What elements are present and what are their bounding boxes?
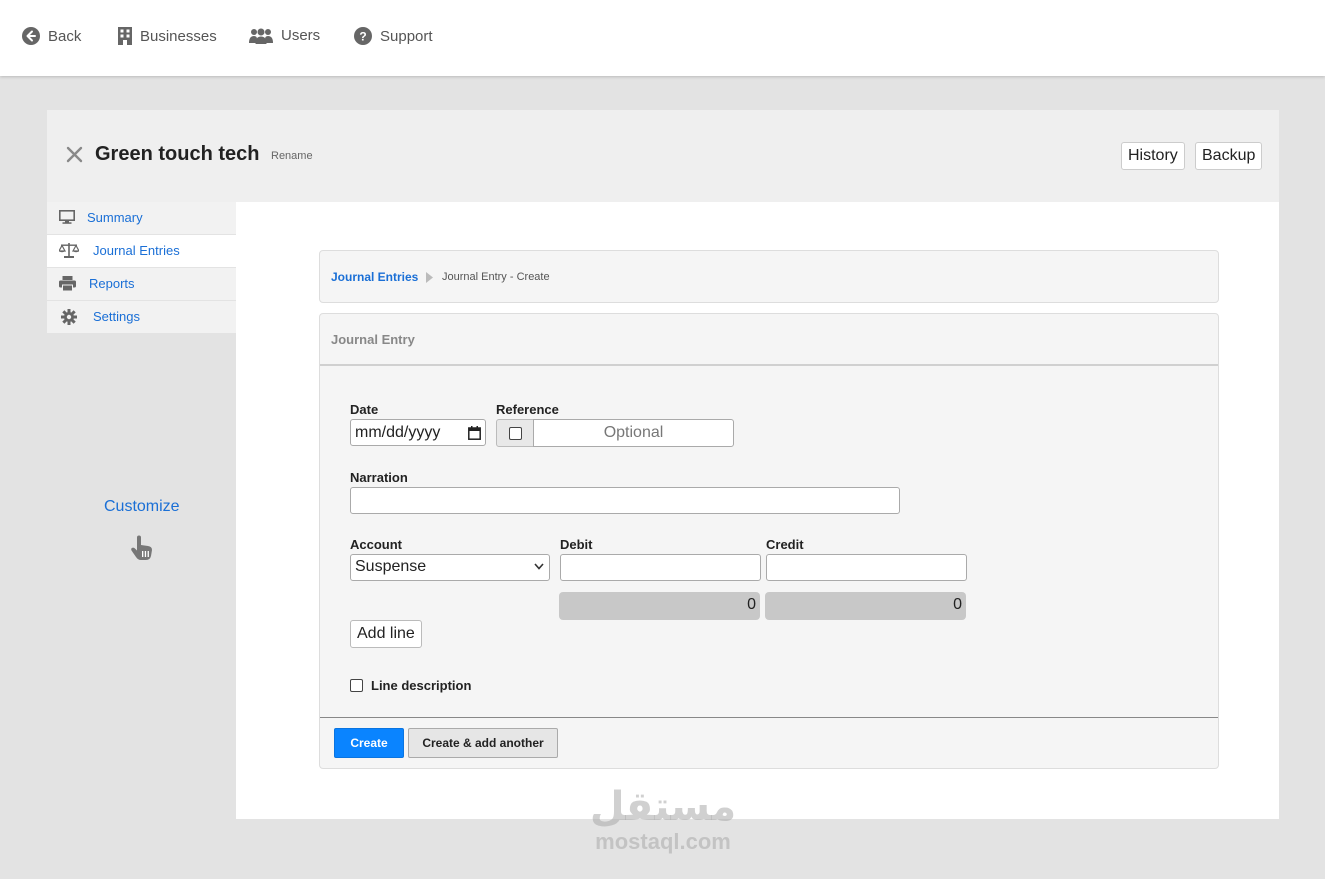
nav-businesses[interactable]: Businesses	[118, 27, 217, 45]
nav-back-label: Back	[48, 27, 82, 45]
reference-label: Reference	[496, 402, 559, 417]
scale-icon	[59, 243, 79, 258]
printer-icon	[59, 276, 76, 291]
breadcrumb: Journal Entries Journal Entry - Create	[319, 250, 1219, 303]
chevron-down-icon	[534, 563, 544, 570]
question-circle-icon: ?	[354, 27, 372, 45]
debit-total: 0	[559, 592, 760, 620]
date-field[interactable]: mm/dd/yyyy	[350, 419, 486, 446]
pointer-hand-icon[interactable]	[130, 535, 154, 561]
add-line-button[interactable]: Add line	[350, 620, 422, 648]
divider	[320, 364, 1218, 366]
customize-link[interactable]: Customize	[104, 498, 180, 516]
date-placeholder: mm/dd/yyyy	[355, 423, 441, 441]
backup-button[interactable]: Backup	[1195, 142, 1263, 170]
debit-label: Debit	[560, 537, 593, 552]
credit-label: Credit	[766, 537, 804, 552]
close-icon[interactable]	[66, 146, 83, 163]
watermark-latin: mostaql.com	[595, 829, 731, 854]
divider	[320, 717, 1218, 718]
building-icon	[118, 27, 132, 45]
sidebar: Summary Journal Entries Reports Settings	[47, 202, 236, 334]
users-icon	[249, 28, 273, 44]
nav-support[interactable]: ? Support	[354, 27, 433, 45]
caret-right-icon	[426, 272, 433, 283]
calendar-icon	[468, 425, 481, 440]
breadcrumb-journal-entries[interactable]: Journal Entries	[331, 270, 418, 284]
sidebar-item-label: Summary	[87, 210, 143, 225]
narration-label: Narration	[350, 470, 408, 485]
line-description-label[interactable]: Line description	[371, 678, 471, 693]
create-button[interactable]: Create	[334, 728, 404, 758]
sidebar-item-label: Reports	[89, 276, 135, 291]
top-nav: Back Businesses Users ? Support	[0, 0, 1325, 76]
sidebar-item-label: Journal Entries	[93, 243, 180, 258]
line-description-checkbox[interactable]	[350, 679, 363, 692]
nav-back[interactable]: Back	[22, 27, 81, 45]
account-select[interactable]: Suspense	[350, 554, 550, 581]
svg-text:?: ?	[359, 30, 366, 44]
nav-users-label: Users	[281, 27, 321, 44]
narration-input[interactable]	[350, 487, 900, 514]
reference-auto-toggle[interactable]	[496, 419, 534, 447]
credit-input[interactable]	[766, 554, 967, 581]
business-name: Green touch tech	[95, 143, 260, 165]
create-and-add-another-button[interactable]: Create & add another	[408, 728, 558, 758]
account-label: Account	[350, 537, 402, 552]
nav-businesses-label: Businesses	[140, 27, 217, 45]
history-button[interactable]: History	[1121, 142, 1185, 170]
debit-input[interactable]	[560, 554, 761, 581]
reference-input[interactable]	[533, 419, 734, 447]
reference-checkbox[interactable]	[509, 427, 522, 440]
rename-link[interactable]: Rename	[271, 150, 313, 162]
sidebar-item-summary[interactable]: Summary	[47, 202, 236, 235]
breadcrumb-current: Journal Entry - Create	[442, 271, 550, 283]
journal-entry-form: Journal Entry Date mm/dd/yyyy Reference …	[319, 313, 1219, 769]
date-label: Date	[350, 402, 379, 417]
account-selected-value: Suspense	[355, 558, 427, 575]
nav-users[interactable]: Users	[249, 27, 320, 44]
watermark: مستقل mostaql.com	[582, 784, 744, 860]
gear-icon	[61, 309, 77, 325]
nav-support-label: Support	[380, 27, 433, 45]
monitor-icon	[59, 210, 75, 224]
sidebar-item-reports[interactable]: Reports	[47, 268, 236, 301]
arrow-left-circle-icon	[22, 27, 40, 45]
sidebar-item-settings[interactable]: Settings	[47, 301, 236, 334]
credit-total: 0	[765, 592, 966, 620]
sidebar-item-journal-entries[interactable]: Journal Entries	[47, 235, 236, 268]
watermark-arabic: مستقل	[589, 785, 737, 829]
sidebar-item-label: Settings	[93, 309, 140, 324]
form-title: Journal Entry	[331, 332, 415, 347]
